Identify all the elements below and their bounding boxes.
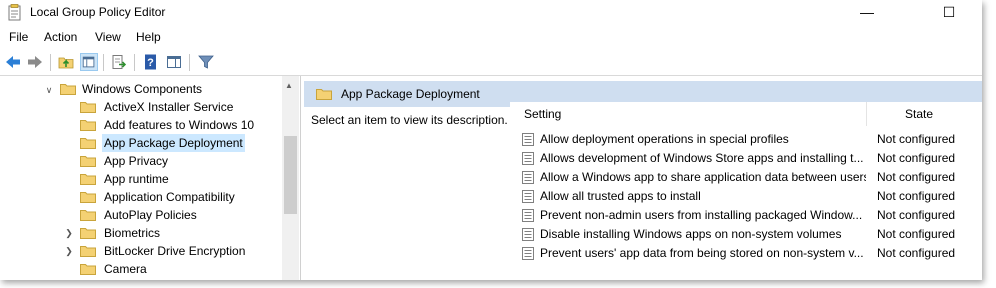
tree-item-label: Add features to Windows 10 xyxy=(104,118,255,132)
list-item[interactable]: Allow deployment operations in special p… xyxy=(510,130,982,149)
setting-state: Not configured xyxy=(877,151,956,165)
setting-state: Not configured xyxy=(877,227,956,241)
menu-file[interactable]: File xyxy=(9,30,28,44)
folder-icon xyxy=(80,120,96,131)
menu-bar: File Action View Help xyxy=(0,28,982,48)
description-text: Select an item to view its description. xyxy=(311,113,508,127)
title-bar[interactable]: Local Group Policy Editor — ☐ xyxy=(0,0,982,26)
maximize-button[interactable]: ☐ xyxy=(926,0,972,26)
chevron-down-icon[interactable]: ∨ xyxy=(44,81,54,99)
policy-setting-icon xyxy=(522,190,534,203)
policy-setting-icon xyxy=(522,209,534,222)
tree-scrollbar[interactable]: ▲ xyxy=(282,76,299,280)
chevron-right-icon[interactable]: ❯ xyxy=(64,224,74,242)
setting-state: Not configured xyxy=(877,246,956,260)
tree-item-label: Camera xyxy=(104,262,147,276)
folder-icon xyxy=(80,156,96,167)
list-item[interactable]: Allow a Windows app to share application… xyxy=(510,168,982,187)
tree-item-label: AutoPlay Policies xyxy=(104,208,197,222)
details-header-title: App Package Deployment xyxy=(341,87,480,101)
back-arrow-icon[interactable] xyxy=(4,53,22,71)
tree-item-label: App runtime xyxy=(104,172,169,186)
settings-list: Setting State Allow deployment operation… xyxy=(510,102,982,280)
column-header-state[interactable]: State xyxy=(905,102,933,126)
minimize-button[interactable]: — xyxy=(844,0,890,26)
setting-name: Prevent non-admin users from installing … xyxy=(540,208,863,222)
toolbar-separator xyxy=(189,54,190,71)
list-item[interactable]: Allow all trusted apps to install Not co… xyxy=(510,187,982,206)
svg-text:?: ? xyxy=(147,57,154,69)
setting-state: Not configured xyxy=(877,132,956,146)
policy-setting-icon xyxy=(522,247,534,260)
setting-name: Allow a Windows app to share application… xyxy=(540,170,866,184)
folder-icon xyxy=(80,210,96,221)
setting-name: Allow all trusted apps to install xyxy=(540,189,701,203)
menu-view[interactable]: View xyxy=(95,30,121,44)
forward-arrow-icon[interactable] xyxy=(26,53,44,71)
toolbar-separator xyxy=(50,54,51,71)
list-item[interactable]: Prevent non-admin users from installing … xyxy=(510,206,982,225)
window-title: Local Group Policy Editor xyxy=(30,5,166,19)
toolbar: ? xyxy=(0,50,982,76)
tree-item-label: ActiveX Installer Service xyxy=(104,100,234,114)
folder-icon xyxy=(80,192,96,203)
help-icon[interactable]: ? xyxy=(142,53,160,71)
folder-icon xyxy=(316,89,332,100)
setting-name: Prevent users' app data from being store… xyxy=(540,246,864,260)
folder-icon xyxy=(80,228,96,239)
tree-item-label: Windows Components xyxy=(82,82,203,96)
folder-icon xyxy=(80,264,96,275)
setting-name: Allow deployment operations in special p… xyxy=(540,132,789,146)
setting-name: Disable installing Windows apps on non-s… xyxy=(540,227,842,241)
policy-setting-icon xyxy=(522,171,534,184)
setting-name: Allows development of Windows Store apps… xyxy=(540,151,864,165)
column-divider[interactable] xyxy=(866,102,867,126)
setting-state: Not configured xyxy=(877,208,956,222)
details-pane: App Package Deployment Select an item to… xyxy=(304,76,982,280)
tree-item-label: Application Compatibility xyxy=(104,190,235,204)
setting-state: Not configured xyxy=(877,189,956,203)
folder-icon xyxy=(80,246,96,257)
show-hide-tree-icon[interactable] xyxy=(80,53,98,71)
policy-editor-app-icon xyxy=(8,4,21,21)
tree-item-label: Biometrics xyxy=(104,226,161,240)
menu-action[interactable]: Action xyxy=(44,30,77,44)
toolbar-separator xyxy=(103,54,104,71)
tree-item-label: App Privacy xyxy=(104,154,169,168)
toolbar-separator xyxy=(134,54,135,71)
list-item[interactable]: Disable installing Windows apps on non-s… xyxy=(510,225,982,244)
menu-help[interactable]: Help xyxy=(136,30,161,44)
scrollbar-thumb[interactable] xyxy=(284,136,297,214)
folder-icon xyxy=(80,174,96,185)
policy-setting-icon xyxy=(522,133,534,146)
console-tree: ∨ Windows Components ActiveX Installer S… xyxy=(0,76,301,280)
policy-setting-icon xyxy=(522,152,534,165)
setting-state: Not configured xyxy=(877,170,956,184)
filter-icon[interactable] xyxy=(197,53,215,71)
folder-icon xyxy=(60,84,76,95)
export-list-icon[interactable] xyxy=(110,53,128,71)
gpedit-window: Local Group Policy Editor — ☐ File Actio… xyxy=(0,0,982,280)
scroll-up-arrow-icon[interactable]: ▲ xyxy=(285,81,293,90)
up-folder-icon[interactable] xyxy=(57,53,75,71)
list-item[interactable]: Prevent users' app data from being store… xyxy=(510,244,982,263)
policy-setting-icon xyxy=(522,228,534,241)
tree-item-label: App Package Deployment xyxy=(102,134,245,152)
folder-icon xyxy=(80,138,96,149)
chevron-right-icon[interactable]: ❯ xyxy=(64,242,74,260)
tree-item-label: BitLocker Drive Encryption xyxy=(104,244,246,258)
list-item[interactable]: Allows development of Windows Store apps… xyxy=(510,149,982,168)
folder-icon xyxy=(80,102,96,113)
properties-pane-icon[interactable] xyxy=(165,53,183,71)
column-header-setting[interactable]: Setting xyxy=(524,102,561,126)
